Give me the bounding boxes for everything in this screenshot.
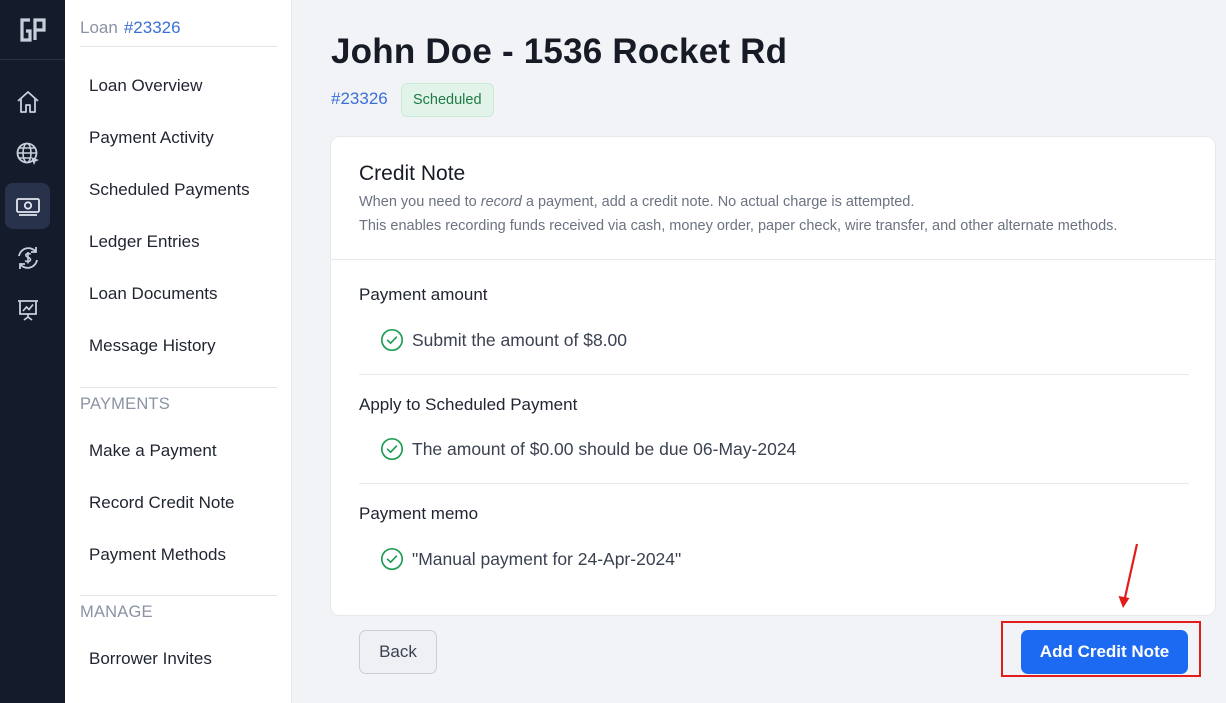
nav-payment-methods[interactable]: Payment Methods [89,545,226,565]
back-button[interactable]: Back [359,630,437,674]
section-payments: PAYMENTS [80,395,170,413]
loan-header: Loan #23326 [80,18,277,47]
gp-logo-icon [19,17,46,42]
card-description-line2: This enables recording funds received vi… [359,218,1118,234]
check-circle-icon [380,328,404,352]
card-description: When you need to record a payment, add a… [359,194,914,210]
loan-label: Loan [80,18,118,37]
payment-amount-label: Payment amount [359,285,488,304]
rail-globe[interactable] [5,131,50,177]
page-title: John Doe - 1536 Rocket Rd [331,32,788,71]
check-circle-icon [380,547,404,571]
loan-subnav: Loan #23326 Loan Overview Payment Activit… [65,0,292,703]
loan-number-link[interactable]: #23326 [124,18,181,37]
check-circle-icon [380,437,404,461]
nav-ledger-entries[interactable]: Ledger Entries [89,232,200,252]
nav-loan-overview[interactable]: Loan Overview [89,76,202,96]
payment-amount-text: Submit the amount of $8.00 [412,329,627,350]
nav-make-a-payment[interactable]: Make a Payment [89,441,217,461]
payment-amount-value: Submit the amount of $8.00 [380,328,627,352]
add-credit-note-button[interactable]: Add Credit Note [1021,630,1188,674]
apply-scheduled-value: The amount of $0.00 should be due 06-May… [380,437,796,461]
home-icon [16,91,39,113]
globe-cursor-icon [16,142,39,165]
nav-loan-documents[interactable]: Loan Documents [89,284,218,304]
rail-payments[interactable] [5,183,50,229]
payment-memo-value: "Manual payment for 24-Apr-2024" [380,547,681,571]
loan-number-link[interactable]: #23326 [331,89,388,109]
apply-scheduled-text: The amount of $0.00 should be due 06-May… [412,438,797,459]
card-description-text: When you need to [359,194,481,210]
section-manage: MANAGE [80,603,153,621]
nav-divider [80,387,277,388]
nav-divider [80,595,277,596]
nav-scheduled-payments[interactable]: Scheduled Payments [89,180,250,200]
credit-note-card: Credit Note When you need to record a pa… [330,136,1216,616]
apply-scheduled-label: Apply to Scheduled Payment [359,395,578,414]
nav-record-credit-note[interactable]: Record Credit Note [89,493,235,513]
row-divider [359,483,1189,484]
card-description-emphasis: record [480,194,522,210]
card-title: Credit Note [359,162,466,185]
banknote-icon [15,198,40,216]
nav-message-history[interactable]: Message History [89,336,216,356]
row-divider [359,374,1189,375]
presentation-chart-icon [17,300,38,321]
rail-exchange[interactable] [5,235,50,281]
nav-payment-activity[interactable]: Payment Activity [89,128,214,148]
payment-memo-label: Payment memo [359,504,479,523]
payment-memo-text: "Manual payment for 24-Apr-2024" [412,548,682,569]
card-description-text: a payment, add a credit note. No actual … [521,194,915,210]
status-badge: Scheduled [401,83,494,117]
nav-borrower-invites[interactable]: Borrower Invites [89,649,212,669]
rail-home[interactable] [5,79,50,125]
card-divider [331,259,1215,260]
rail-reports[interactable] [5,287,50,333]
annotation-arrow-icon [1118,543,1139,608]
icon-rail [0,0,65,703]
app-logo[interactable] [0,0,65,60]
dollar-exchange-icon [17,247,38,269]
